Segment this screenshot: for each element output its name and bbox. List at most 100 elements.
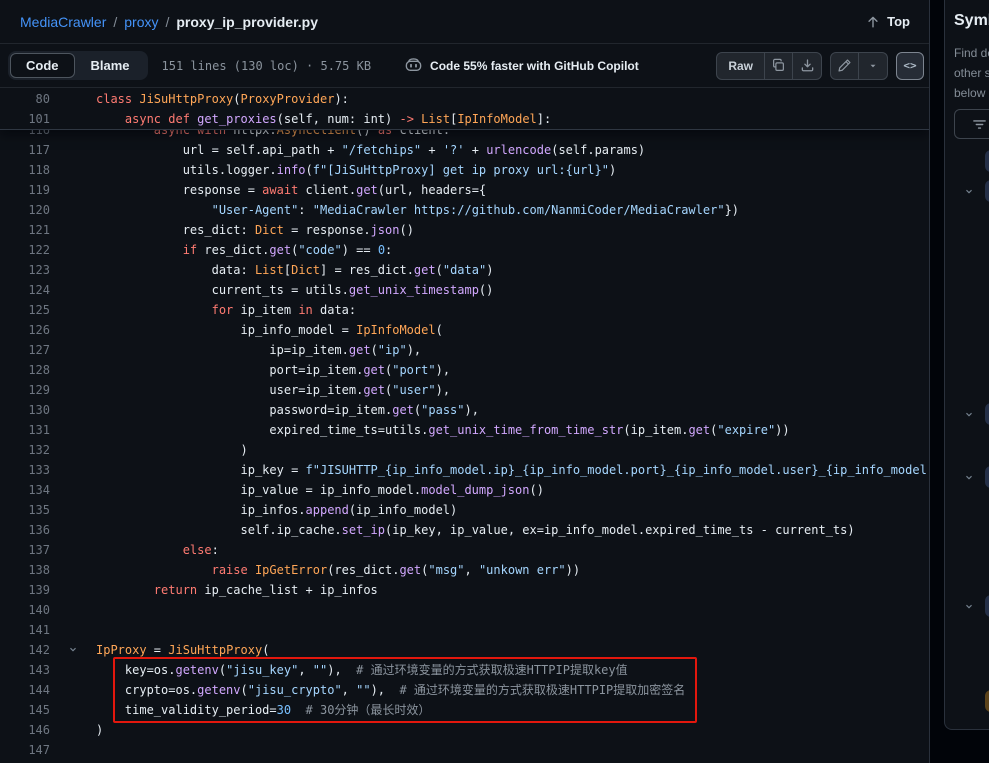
line-number[interactable]: 139 (0, 580, 50, 600)
line-number[interactable]: 143 (0, 660, 50, 680)
line-number[interactable]: 125 (0, 300, 50, 320)
code-text: for ip_item in data: (96, 300, 929, 320)
symbol-tree-item[interactable] (945, 466, 989, 490)
code-text: key=os.getenv("jisu_key", ""), # 通过环境变量的… (96, 660, 929, 680)
symbol-tree-item[interactable] (945, 403, 989, 427)
code-text: "User-Agent": "MediaCrawler https://gith… (96, 200, 929, 220)
edit-dropdown-button[interactable] (859, 53, 887, 79)
code-line: 130 password=ip_item.get("pass"), (0, 400, 929, 420)
tab-blame[interactable]: Blame (75, 53, 146, 78)
chevron-down-icon[interactable] (963, 601, 975, 613)
symbol-kind-icon[interactable] (985, 150, 989, 172)
gutter (50, 680, 96, 700)
back-to-top-button[interactable]: Top (866, 14, 910, 29)
symbol-kind-icon[interactable] (985, 403, 989, 425)
line-number[interactable]: 123 (0, 260, 50, 280)
copilot-banner[interactable]: Code 55% faster with GitHub Copilot (405, 57, 639, 74)
line-number[interactable]: 138 (0, 560, 50, 580)
gutter (50, 700, 96, 720)
download-raw-button[interactable] (793, 53, 821, 79)
line-number[interactable]: 130 (0, 400, 50, 420)
code-text: expired_time_ts=utils.get_unix_time_from… (96, 420, 929, 440)
code-text: self.ip_cache.set_ip(ip_key, ip_value, e… (96, 520, 929, 540)
copilot-icon (405, 57, 422, 74)
breadcrumb-separator: / (165, 14, 169, 30)
code-text: async def get_proxies(self, num: int) ->… (96, 109, 929, 129)
line-number[interactable]: 133 (0, 460, 50, 480)
file-card: MediaCrawler / proxy / proxy_ip_provider… (0, 0, 930, 763)
line-number[interactable]: 137 (0, 540, 50, 560)
code-line: 133 ip_key = f"JISUHTTP_{ip_info_model.i… (0, 460, 929, 480)
breadcrumb: MediaCrawler / proxy / proxy_ip_provider… (20, 14, 866, 30)
breadcrumb-repo-link[interactable]: MediaCrawler (20, 14, 106, 30)
line-number[interactable]: 145 (0, 700, 50, 720)
line-number[interactable]: 118 (0, 160, 50, 180)
line-number[interactable]: 101 (0, 109, 50, 129)
gutter (50, 160, 96, 180)
code-text: raise IpGetError(res_dict.get("msg", "un… (96, 560, 929, 580)
code-text: ) (96, 720, 929, 740)
line-number[interactable]: 127 (0, 340, 50, 360)
symbol-tree-item[interactable] (945, 595, 989, 619)
raw-button[interactable]: Raw (717, 53, 765, 79)
code-text: res_dict: Dict = response.json() (96, 220, 929, 240)
symbols-description-line: Find definitions and references for func… (954, 43, 989, 63)
filter-symbols-input[interactable] (954, 109, 989, 139)
symbol-kind-icon[interactable] (985, 595, 989, 617)
code-text: ip_value = ip_info_model.model_dump_json… (96, 480, 929, 500)
line-number[interactable]: 122 (0, 240, 50, 260)
line-number[interactable]: 142 (0, 640, 50, 660)
line-number[interactable]: 117 (0, 140, 50, 160)
code-text: port=ip_item.get("port"), (96, 360, 929, 380)
chevron-down-icon[interactable] (963, 186, 975, 198)
chevron-down-icon[interactable] (963, 409, 975, 421)
edit-file-button[interactable] (831, 53, 859, 79)
line-number[interactable]: 132 (0, 440, 50, 460)
code-line: 143 key=os.getenv("jisu_key", ""), # 通过环… (0, 660, 929, 680)
line-number[interactable]: 80 (0, 89, 50, 109)
sticky-context-lines: 80class JiSuHttpProxy(ProxyProvider):101… (0, 89, 929, 130)
gutter (50, 520, 96, 540)
code-symbols-icon: <> (903, 59, 916, 72)
symbol-tree-item[interactable] (945, 150, 989, 174)
line-number[interactable]: 126 (0, 320, 50, 340)
chevron-down-icon[interactable] (963, 472, 975, 484)
symbol-kind-icon[interactable] (985, 180, 989, 202)
symbol-tree-item[interactable] (945, 180, 989, 204)
line-number[interactable]: 121 (0, 220, 50, 240)
code-text: url = self.api_path + "/fetchips" + '?' … (96, 140, 929, 160)
line-number[interactable]: 129 (0, 380, 50, 400)
code-line: 144 crypto=os.getenv("jisu_crypto", ""),… (0, 680, 929, 700)
code-line: 124 current_ts = utils.get_unix_timestam… (0, 280, 929, 300)
line-number[interactable]: 141 (0, 620, 50, 640)
gutter (50, 500, 96, 520)
symbols-description-line: other symbols in this file by clicking a… (954, 63, 989, 83)
line-number[interactable]: 120 (0, 200, 50, 220)
line-number[interactable]: 140 (0, 600, 50, 620)
symbol-kind-icon[interactable] (985, 690, 989, 712)
line-number[interactable]: 134 (0, 480, 50, 500)
line-number[interactable]: 131 (0, 420, 50, 440)
code-line: 146) (0, 720, 929, 740)
code-line: 122 if res_dict.get("code") == 0: (0, 240, 929, 260)
line-number[interactable]: 119 (0, 180, 50, 200)
code-text (96, 620, 929, 640)
symbol-kind-icon[interactable] (985, 466, 989, 488)
symbols-panel-toggle-button[interactable]: <> (896, 52, 924, 80)
line-number[interactable]: 147 (0, 740, 50, 760)
gutter (50, 620, 96, 640)
gutter (50, 300, 96, 320)
code-text (96, 740, 929, 760)
tab-code[interactable]: Code (10, 53, 75, 78)
breadcrumb-dir-link[interactable]: proxy (124, 14, 158, 30)
line-number[interactable]: 128 (0, 360, 50, 380)
code-text: IpProxy = JiSuHttpProxy( (96, 640, 929, 660)
line-number[interactable]: 144 (0, 680, 50, 700)
line-number[interactable]: 135 (0, 500, 50, 520)
symbol-tree-item[interactable] (945, 690, 989, 714)
copy-raw-button[interactable] (765, 53, 793, 79)
collapse-chevron-icon[interactable] (50, 640, 96, 660)
line-number[interactable]: 124 (0, 280, 50, 300)
line-number[interactable]: 136 (0, 520, 50, 540)
line-number[interactable]: 146 (0, 720, 50, 740)
